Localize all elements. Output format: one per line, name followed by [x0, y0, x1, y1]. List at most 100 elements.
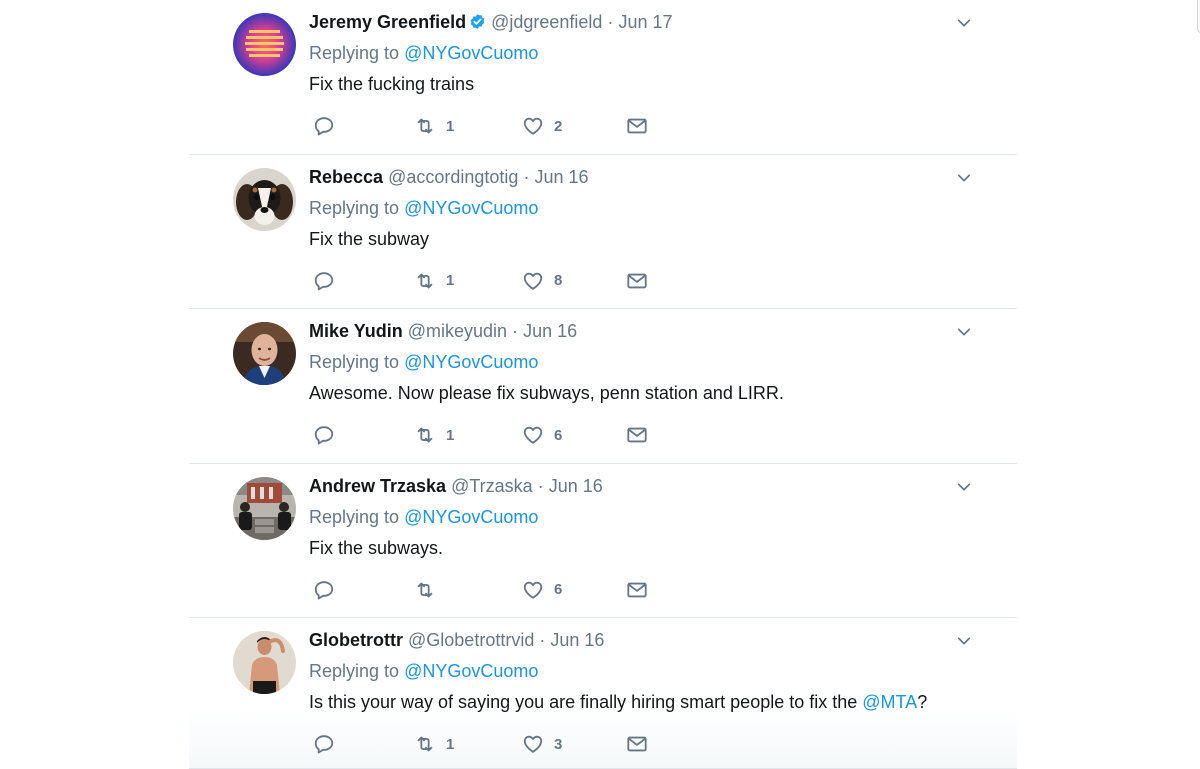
tweet-header: Rebecca @accordingtotig · Jun 16 — [309, 165, 977, 189]
verified-badge-icon — [469, 12, 486, 29]
envelope-icon — [626, 579, 648, 601]
like-button[interactable]: 6 — [522, 423, 562, 447]
replying-prefix: Replying to — [309, 661, 400, 681]
retweet-icon — [414, 733, 436, 755]
retweet-icon — [414, 115, 436, 137]
tweet-text: Is this your way of saying you are final… — [309, 690, 977, 714]
fullname[interactable]: Mike Yudin — [309, 321, 403, 341]
tweet-content: Andrew Trzaska @Trzaska · Jun 16 Replyin… — [309, 474, 977, 560]
direct-message-button[interactable] — [626, 578, 648, 602]
reply-button[interactable] — [313, 423, 335, 447]
replying-prefix: Replying to — [309, 352, 400, 372]
fullname[interactable]: Globetrottr — [309, 630, 403, 650]
retweet-button[interactable]: 1 — [414, 269, 454, 293]
tweet-text: Fix the subways. — [309, 536, 977, 560]
avatar[interactable] — [233, 167, 296, 231]
mention-link[interactable]: @NYGovCuomo — [404, 198, 538, 218]
envelope-icon — [626, 424, 648, 446]
timestamp[interactable]: Jun 16 — [523, 321, 577, 341]
tweet-actions: 1 3 — [309, 732, 669, 756]
replying-to: Replying to @NYGovCuomo — [309, 196, 977, 220]
timestamp[interactable]: Jun 17 — [618, 12, 672, 32]
tweet[interactable]: Mike Yudin @mikeyudin · Jun 16 Replying … — [189, 309, 1017, 464]
retweet-icon — [414, 579, 436, 601]
replying-to: Replying to @NYGovCuomo — [309, 505, 977, 529]
tweet-text: Fix the fucking trains — [309, 72, 977, 96]
replying-prefix: Replying to — [309, 43, 400, 63]
reply-button[interactable] — [313, 578, 335, 602]
like-count: 3 — [554, 735, 563, 753]
like-count: 6 — [554, 581, 563, 598]
tweet[interactable]: Rebecca @accordingtotig · Jun 16 Replyin… — [189, 155, 1017, 309]
reply-button[interactable] — [313, 114, 335, 138]
retweet-button[interactable]: 1 — [414, 423, 454, 447]
retweet-button[interactable]: 1 — [414, 732, 454, 756]
tweet-content: Rebecca @accordingtotig · Jun 16 Replyin… — [309, 165, 977, 251]
mention-link[interactable]: @NYGovCuomo — [404, 661, 538, 681]
reply-icon — [313, 115, 335, 137]
avatar[interactable] — [233, 13, 296, 76]
retweet-count: 1 — [446, 117, 455, 135]
tweet-text-body: Fix the subways. — [309, 537, 444, 558]
reply-button[interactable] — [313, 732, 335, 756]
replies-timeline: Jeremy Greenfield @jdgreenfield · Jun 17… — [189, 0, 1200, 769]
chevron-down-icon[interactable] — [955, 323, 973, 341]
reply-icon — [313, 424, 335, 446]
retweet-button[interactable] — [414, 578, 446, 602]
tweet[interactable]: Andrew Trzaska @Trzaska · Jun 16 Replyin… — [189, 464, 1017, 618]
retweet-count: 1 — [446, 272, 455, 289]
reply-icon — [313, 270, 335, 292]
avatar[interactable] — [233, 631, 296, 694]
fullname[interactable]: Andrew Trzaska — [309, 476, 446, 496]
mention-link[interactable]: @NYGovCuomo — [404, 43, 538, 63]
chevron-down-icon[interactable] — [955, 478, 973, 496]
envelope-icon — [626, 270, 648, 292]
separator: · — [539, 630, 546, 650]
like-button[interactable]: 3 — [522, 732, 562, 756]
reply-button[interactable] — [313, 269, 335, 293]
heart-icon — [522, 270, 544, 292]
tweet-text-body: Fix the subway — [309, 228, 430, 249]
like-button[interactable]: 2 — [522, 114, 562, 138]
mention-link[interactable]: @NYGovCuomo — [404, 352, 538, 372]
chevron-down-icon[interactable] — [955, 632, 973, 650]
direct-message-button[interactable] — [626, 423, 648, 447]
chevron-down-icon[interactable] — [955, 14, 973, 32]
replying-prefix: Replying to — [309, 506, 400, 527]
timestamp[interactable]: Jun 16 — [534, 167, 588, 187]
tweet-content: Globetrottr @Globetrottrvid · Jun 16 Rep… — [309, 628, 977, 714]
like-count: 6 — [554, 426, 563, 444]
fullname[interactable]: Rebecca — [309, 167, 383, 187]
tweet-text-body: Is this your way of saying you are final… — [309, 692, 863, 712]
chevron-down-icon[interactable] — [955, 169, 973, 187]
like-button[interactable]: 6 — [522, 578, 562, 602]
tweet-actions: 6 — [309, 578, 669, 602]
tweet[interactable]: Globetrottr @Globetrottrvid · Jun 16 Rep… — [189, 618, 1017, 769]
mention-link[interactable]: @NYGovCuomo — [404, 507, 538, 527]
tweet-text-body: Fix the fucking trains — [309, 74, 475, 94]
username[interactable]: @Trzaska — [451, 476, 533, 496]
username[interactable]: @Globetrottrvid — [408, 630, 534, 650]
timestamp[interactable]: Jun 16 — [549, 476, 603, 496]
like-count: 2 — [554, 117, 563, 135]
timestamp[interactable]: Jun 16 — [550, 630, 604, 650]
mention-link[interactable]: @MTA — [862, 692, 917, 712]
direct-message-button[interactable] — [626, 732, 648, 756]
heart-icon — [522, 115, 544, 137]
envelope-icon — [626, 115, 648, 137]
retweet-count: 1 — [446, 735, 455, 753]
replying-prefix: Replying to — [309, 197, 400, 218]
retweet-button[interactable]: 1 — [414, 114, 454, 138]
direct-message-button[interactable] — [626, 269, 648, 293]
fullname[interactable]: Jeremy Greenfield — [309, 12, 466, 32]
username[interactable]: @jdgreenfield — [491, 12, 602, 32]
username[interactable]: @mikeyudin — [408, 321, 507, 341]
avatar[interactable] — [233, 476, 296, 540]
tweet-header: Globetrottr @Globetrottrvid · Jun 16 — [309, 628, 977, 652]
username[interactable]: @accordingtotig — [388, 167, 518, 187]
like-button[interactable]: 8 — [522, 269, 562, 293]
direct-message-button[interactable] — [626, 114, 648, 138]
avatar[interactable] — [233, 322, 296, 385]
tweet[interactable]: Jeremy Greenfield @jdgreenfield · Jun 17… — [189, 0, 1017, 155]
separator: · — [537, 475, 544, 496]
